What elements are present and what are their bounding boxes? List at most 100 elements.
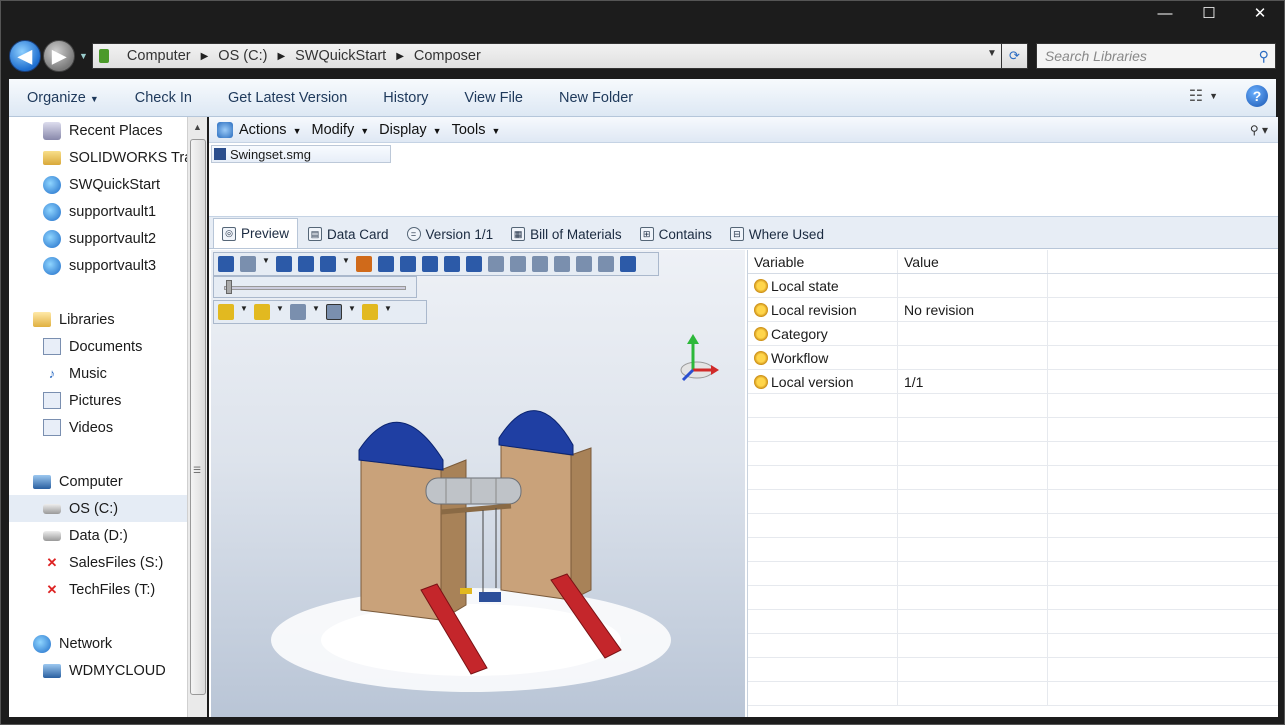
view-right-icon[interactable]: [444, 256, 460, 272]
info-icon[interactable]: [320, 256, 336, 272]
stop-icon[interactable]: [576, 256, 592, 272]
file-item[interactable]: Swingset.smg: [211, 145, 391, 163]
section-icon[interactable]: [290, 304, 306, 320]
nav-item-supportvault1[interactable]: supportvault1: [9, 198, 187, 225]
tab-bom[interactable]: ▦ Bill of Materials: [503, 220, 630, 248]
nav-item-videos[interactable]: Videos: [9, 414, 187, 441]
tab-version[interactable]: = Version 1/1: [399, 220, 502, 248]
organize-button[interactable]: Organize ▼: [9, 90, 117, 106]
maximize-button[interactable]: ☐: [1186, 1, 1232, 25]
breadcrumb-computer[interactable]: Computer: [127, 48, 191, 64]
modify-menu[interactable]: Modify ▼: [311, 122, 369, 138]
table-row[interactable]: Local version 1/1: [748, 370, 1278, 394]
nav-item-solidworks[interactable]: SOLIDWORKS Tra: [9, 144, 187, 171]
nav-item-salesfiles[interactable]: ✕ SalesFiles (S:): [9, 549, 187, 576]
nav-item-os-c[interactable]: OS (C:): [9, 495, 187, 522]
nav-item-recent-places[interactable]: Recent Places: [9, 117, 187, 144]
print-icon[interactable]: [356, 256, 372, 272]
chevron-down-icon[interactable]: ▼: [240, 304, 248, 320]
chevron-down-icon[interactable]: ▼: [262, 256, 270, 272]
markup-icon[interactable]: [362, 304, 378, 320]
nav-item-computer[interactable]: Computer: [9, 468, 187, 495]
view-front-icon[interactable]: [400, 256, 416, 272]
nav-item-techfiles[interactable]: ✕ TechFiles (T:): [9, 576, 187, 603]
chevron-down-icon[interactable]: ▼: [276, 304, 284, 320]
column-header-value[interactable]: Value: [898, 250, 1048, 273]
zoom-icon[interactable]: [276, 256, 292, 272]
chevron-down-icon[interactable]: ▼: [384, 304, 392, 320]
nav-item-supportvault2[interactable]: supportvault2: [9, 225, 187, 252]
tab-preview[interactable]: ◎ Preview: [213, 218, 299, 248]
scroll-up-icon[interactable]: ▲: [188, 117, 207, 137]
history-dropdown-icon[interactable]: ▼: [79, 51, 88, 61]
column-header-variable[interactable]: Variable: [748, 250, 898, 273]
table-row[interactable]: Local state: [748, 274, 1278, 298]
nav-item-libraries[interactable]: Libraries: [9, 306, 187, 333]
animation-slider[interactable]: [213, 276, 417, 298]
view-top-icon[interactable]: [422, 256, 438, 272]
forward-button[interactable]: ▶: [43, 40, 75, 72]
breadcrumb-composer[interactable]: Composer: [414, 48, 481, 64]
chevron-right-icon[interactable]: ▶: [201, 51, 209, 62]
view-iso-icon[interactable]: [466, 256, 482, 272]
chevron-right-icon[interactable]: ▶: [277, 51, 285, 62]
check-in-button[interactable]: Check In: [117, 90, 210, 106]
prev-frame-icon[interactable]: [510, 256, 526, 272]
light-icon[interactable]: [218, 304, 234, 320]
open-icon[interactable]: [218, 256, 234, 272]
address-dropdown-icon[interactable]: ▼: [987, 48, 997, 59]
last-frame-icon[interactable]: [598, 256, 614, 272]
get-latest-button[interactable]: Get Latest Version: [210, 90, 365, 106]
search-options-icon[interactable]: ⚲ ▾: [1250, 123, 1268, 137]
play-icon[interactable]: [532, 256, 548, 272]
nav-item-swquickstart[interactable]: SWQuickStart: [9, 171, 187, 198]
chevron-right-icon[interactable]: ▶: [396, 51, 404, 62]
nav-item-documents[interactable]: Documents: [9, 333, 187, 360]
nav-item-data-d[interactable]: Data (D:): [9, 522, 187, 549]
close-button[interactable]: ✕: [1232, 1, 1285, 25]
slider-knob[interactable]: [226, 280, 232, 294]
tab-contains[interactable]: ⊞ Contains: [632, 220, 720, 248]
scrollbar-thumb[interactable]: [190, 139, 206, 695]
pause-icon[interactable]: [554, 256, 570, 272]
chevron-down-icon[interactable]: ▼: [1209, 91, 1218, 101]
refresh-icon[interactable]: ⟳: [1001, 43, 1028, 69]
home-icon[interactable]: [378, 256, 394, 272]
first-frame-icon[interactable]: [488, 256, 504, 272]
view-file-button[interactable]: View File: [446, 90, 541, 106]
nav-item-pictures[interactable]: Pictures: [9, 387, 187, 414]
breadcrumb-os[interactable]: OS (C:): [218, 48, 267, 64]
breadcrumb-swquickstart[interactable]: SWQuickStart: [295, 48, 386, 64]
chevron-down-icon[interactable]: ▼: [348, 304, 356, 320]
loop-icon[interactable]: [620, 256, 636, 272]
nav-item-supportvault3[interactable]: supportvault3: [9, 252, 187, 279]
view-options-icon[interactable]: ☷: [1189, 86, 1203, 106]
search-icon[interactable]: ⚲: [1259, 48, 1269, 65]
pan-icon[interactable]: [326, 304, 342, 320]
settings-icon[interactable]: [298, 256, 314, 272]
preview-pane[interactable]: ▼ ▼ ▼ ▼ ▼ ▼ ▼: [211, 250, 745, 717]
table-row[interactable]: Workflow: [748, 346, 1278, 370]
nav-item-wdmycloud[interactable]: WDMYCLOUD: [9, 657, 187, 684]
render-mode-icon[interactable]: [254, 304, 270, 320]
history-button[interactable]: History: [365, 90, 446, 106]
nav-item-music[interactable]: ♪ Music: [9, 360, 187, 387]
nav-scrollbar[interactable]: ▲ ☰: [187, 117, 207, 717]
search-input[interactable]: Search Libraries ⚲: [1035, 43, 1276, 69]
display-menu[interactable]: Display ▼: [379, 122, 441, 138]
fit-icon[interactable]: [240, 256, 256, 272]
help-icon[interactable]: ?: [1246, 85, 1268, 107]
table-row[interactable]: Category: [748, 322, 1278, 346]
table-row[interactable]: Local revision No revision: [748, 298, 1278, 322]
chevron-down-icon[interactable]: ▼: [312, 304, 320, 320]
tools-menu[interactable]: Tools ▼: [452, 122, 501, 138]
actions-menu[interactable]: Actions ▼: [239, 122, 301, 138]
tab-data-card[interactable]: ▤ Data Card: [300, 220, 397, 248]
tab-where-used[interactable]: ⊟ Where Used: [722, 220, 832, 248]
chevron-down-icon[interactable]: ▼: [342, 256, 350, 272]
new-folder-button[interactable]: New Folder: [541, 90, 651, 106]
back-button[interactable]: ◀: [9, 40, 41, 72]
nav-item-network[interactable]: Network: [9, 630, 187, 657]
minimize-button[interactable]: —: [1144, 1, 1186, 25]
address-bar[interactable]: Computer ▶ OS (C:) ▶ SWQuickStart ▶ Compose…: [91, 43, 1002, 69]
